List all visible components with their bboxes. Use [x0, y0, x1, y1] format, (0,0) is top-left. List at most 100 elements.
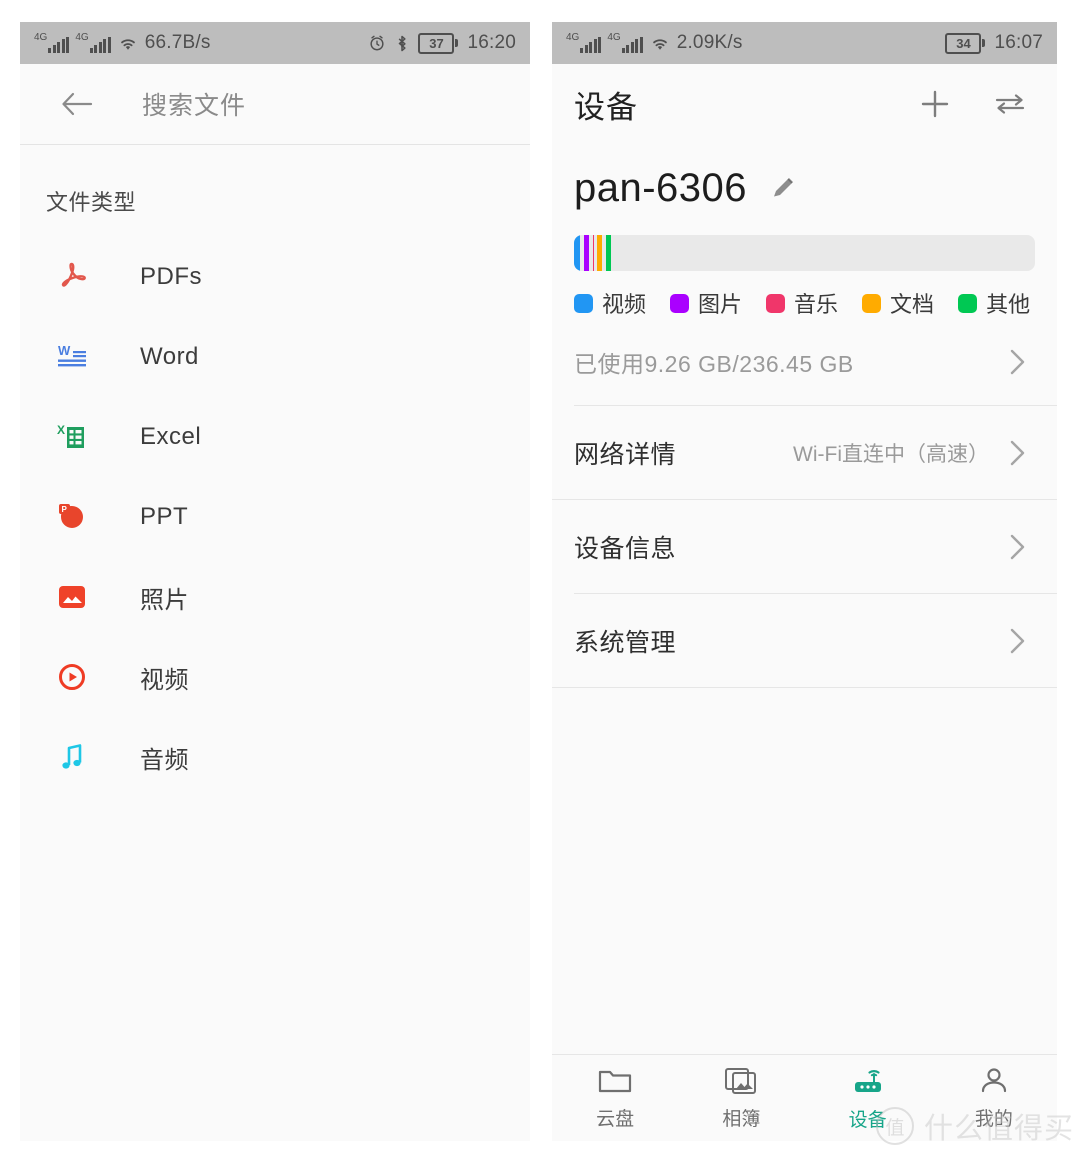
battery-level-label: 34	[945, 32, 982, 54]
left-phone-screen: 4G 4G 66.7B/s 37 16:20 搜索文件 文件类型 PDFs W …	[20, 22, 530, 1141]
list-item-pdfs[interactable]: PDFs	[20, 237, 530, 317]
list-item-excel[interactable]: X Excel	[20, 397, 530, 477]
network-speed-label: 2.09K/s	[676, 32, 743, 53]
storage-usage-row[interactable]: 已使用9.26 GB/236.45 GB	[552, 319, 1057, 405]
row-label: 网络详情	[574, 440, 677, 469]
battery-level-label: 37	[418, 32, 455, 54]
storage-segment-image	[584, 235, 589, 271]
right-phone-screen: 4G 4G 2.09K/s 34 16:07 设备 pan-6306 视频 图片…	[552, 22, 1057, 1141]
wifi-icon	[649, 34, 671, 52]
list-item-label: 照片	[140, 586, 189, 614]
router-icon	[849, 1065, 887, 1097]
row-system-management[interactable]: 系统管理	[552, 594, 1057, 687]
plus-icon[interactable]	[919, 88, 951, 120]
row-value: Wi-Fi直连中（高速）	[793, 442, 989, 466]
list-item-label: PDFs	[140, 263, 202, 290]
word-icon: W	[50, 342, 94, 372]
storage-legend: 视频 图片 音乐 文档 其他	[552, 271, 1057, 319]
page-title: 搜索文件	[142, 92, 247, 120]
pencil-icon[interactable]	[769, 174, 799, 204]
chevron-right-icon	[1009, 439, 1027, 467]
list-item-photos[interactable]: 照片	[20, 557, 530, 637]
nav-label: 设备	[848, 1109, 887, 1131]
nav-item-device[interactable]: 设备	[805, 1065, 931, 1132]
list-item-video[interactable]: 视频	[20, 637, 530, 717]
person-icon	[978, 1066, 1010, 1096]
legend-color-swatch	[574, 293, 593, 313]
device-name-row: pan-6306	[552, 144, 1057, 211]
clock-label: 16:07	[994, 32, 1043, 53]
legend-label: 其他	[986, 292, 1031, 317]
bottom-navigation-bar: 云盘 相簿 设备 我的	[552, 1054, 1057, 1141]
svg-text:P: P	[62, 505, 68, 514]
list-item-audio[interactable]: 音频	[20, 717, 530, 797]
legend-item-other: 其他	[958, 287, 1030, 319]
legend-color-swatch	[766, 293, 786, 313]
chevron-right-icon	[1009, 348, 1027, 376]
legend-label: 音乐	[794, 292, 839, 317]
row-network-detail[interactable]: 网络详情 Wi-Fi直连中（高速）	[552, 406, 1057, 499]
nav-label: 相簿	[722, 1108, 761, 1130]
nav-label: 我的	[974, 1108, 1013, 1130]
file-type-list: PDFs W Word X Excel P PPT 照片 视频 音频	[20, 237, 530, 797]
signal-icon: 4G	[75, 33, 111, 53]
photo-icon	[50, 583, 94, 611]
chevron-right-icon	[1009, 627, 1027, 655]
dual-screenshot-container: 4G 4G 66.7B/s 37 16:20 搜索文件 文件类型 PDFs W …	[0, 0, 1080, 1163]
list-item-ppt[interactable]: P PPT	[20, 477, 530, 557]
pdf-icon	[50, 261, 94, 293]
signal-icon: 4G	[566, 33, 602, 53]
page-title: 设备	[574, 89, 638, 125]
legend-color-swatch	[958, 293, 978, 313]
svg-text:W: W	[58, 343, 71, 358]
list-item-word[interactable]: W Word	[20, 317, 530, 397]
audio-icon	[50, 742, 94, 772]
battery-icon: 37	[418, 32, 459, 54]
wifi-icon	[117, 34, 139, 52]
storage-usage-bar	[574, 235, 1035, 271]
list-item-label: Excel	[140, 423, 202, 450]
signal-icon: 4G	[34, 33, 70, 53]
battery-icon: 34	[945, 32, 986, 54]
left-status-bar: 4G 4G 66.7B/s 37 16:20	[20, 22, 530, 64]
list-item-label: Word	[140, 343, 199, 370]
row-device-info[interactable]: 设备信息	[552, 500, 1057, 593]
legend-item-document: 文档	[862, 287, 934, 319]
row-label: 系统管理	[574, 628, 677, 657]
storage-segment-video	[574, 235, 581, 271]
legend-label: 文档	[890, 292, 935, 317]
ppt-icon: P	[50, 502, 94, 532]
section-title-file-type: 文件类型	[46, 190, 137, 215]
right-status-bar: 4G 4G 2.09K/s 34 16:07	[552, 22, 1057, 64]
legend-item-video: 视频	[574, 287, 646, 319]
clock-label: 16:20	[467, 32, 516, 53]
left-app-header: 搜索文件	[20, 64, 530, 145]
legend-item-image: 图片	[670, 287, 742, 319]
network-speed-label: 66.7B/s	[144, 32, 211, 53]
legend-color-swatch	[670, 293, 690, 313]
list-item-label: 音频	[140, 746, 189, 774]
nav-item-cloud[interactable]: 云盘	[552, 1066, 678, 1131]
back-arrow-icon[interactable]	[60, 91, 94, 117]
list-item-label: PPT	[140, 503, 189, 530]
storage-usage-label: 已使用9.26 GB/236.45 GB	[574, 351, 854, 377]
legend-label: 图片	[698, 292, 743, 317]
right-app-header: 设备	[552, 64, 1057, 144]
list-item-label: 视频	[140, 666, 189, 694]
bluetooth-icon	[395, 34, 409, 53]
alarm-icon	[368, 34, 386, 52]
legend-color-swatch	[862, 293, 882, 313]
divider	[552, 687, 1057, 688]
storage-segment-document	[597, 235, 602, 271]
legend-item-music: 音乐	[766, 287, 838, 319]
video-icon	[50, 662, 94, 692]
nav-item-album[interactable]: 相簿	[678, 1066, 804, 1131]
device-name-label: pan-6306	[574, 166, 748, 210]
photos-icon	[724, 1066, 758, 1096]
folder-icon	[597, 1066, 633, 1096]
nav-item-mine[interactable]: 我的	[931, 1066, 1057, 1131]
legend-label: 视频	[602, 292, 647, 317]
storage-segment-other	[605, 235, 611, 271]
transfer-arrows-icon[interactable]	[993, 90, 1027, 118]
chevron-right-icon	[1009, 533, 1027, 561]
